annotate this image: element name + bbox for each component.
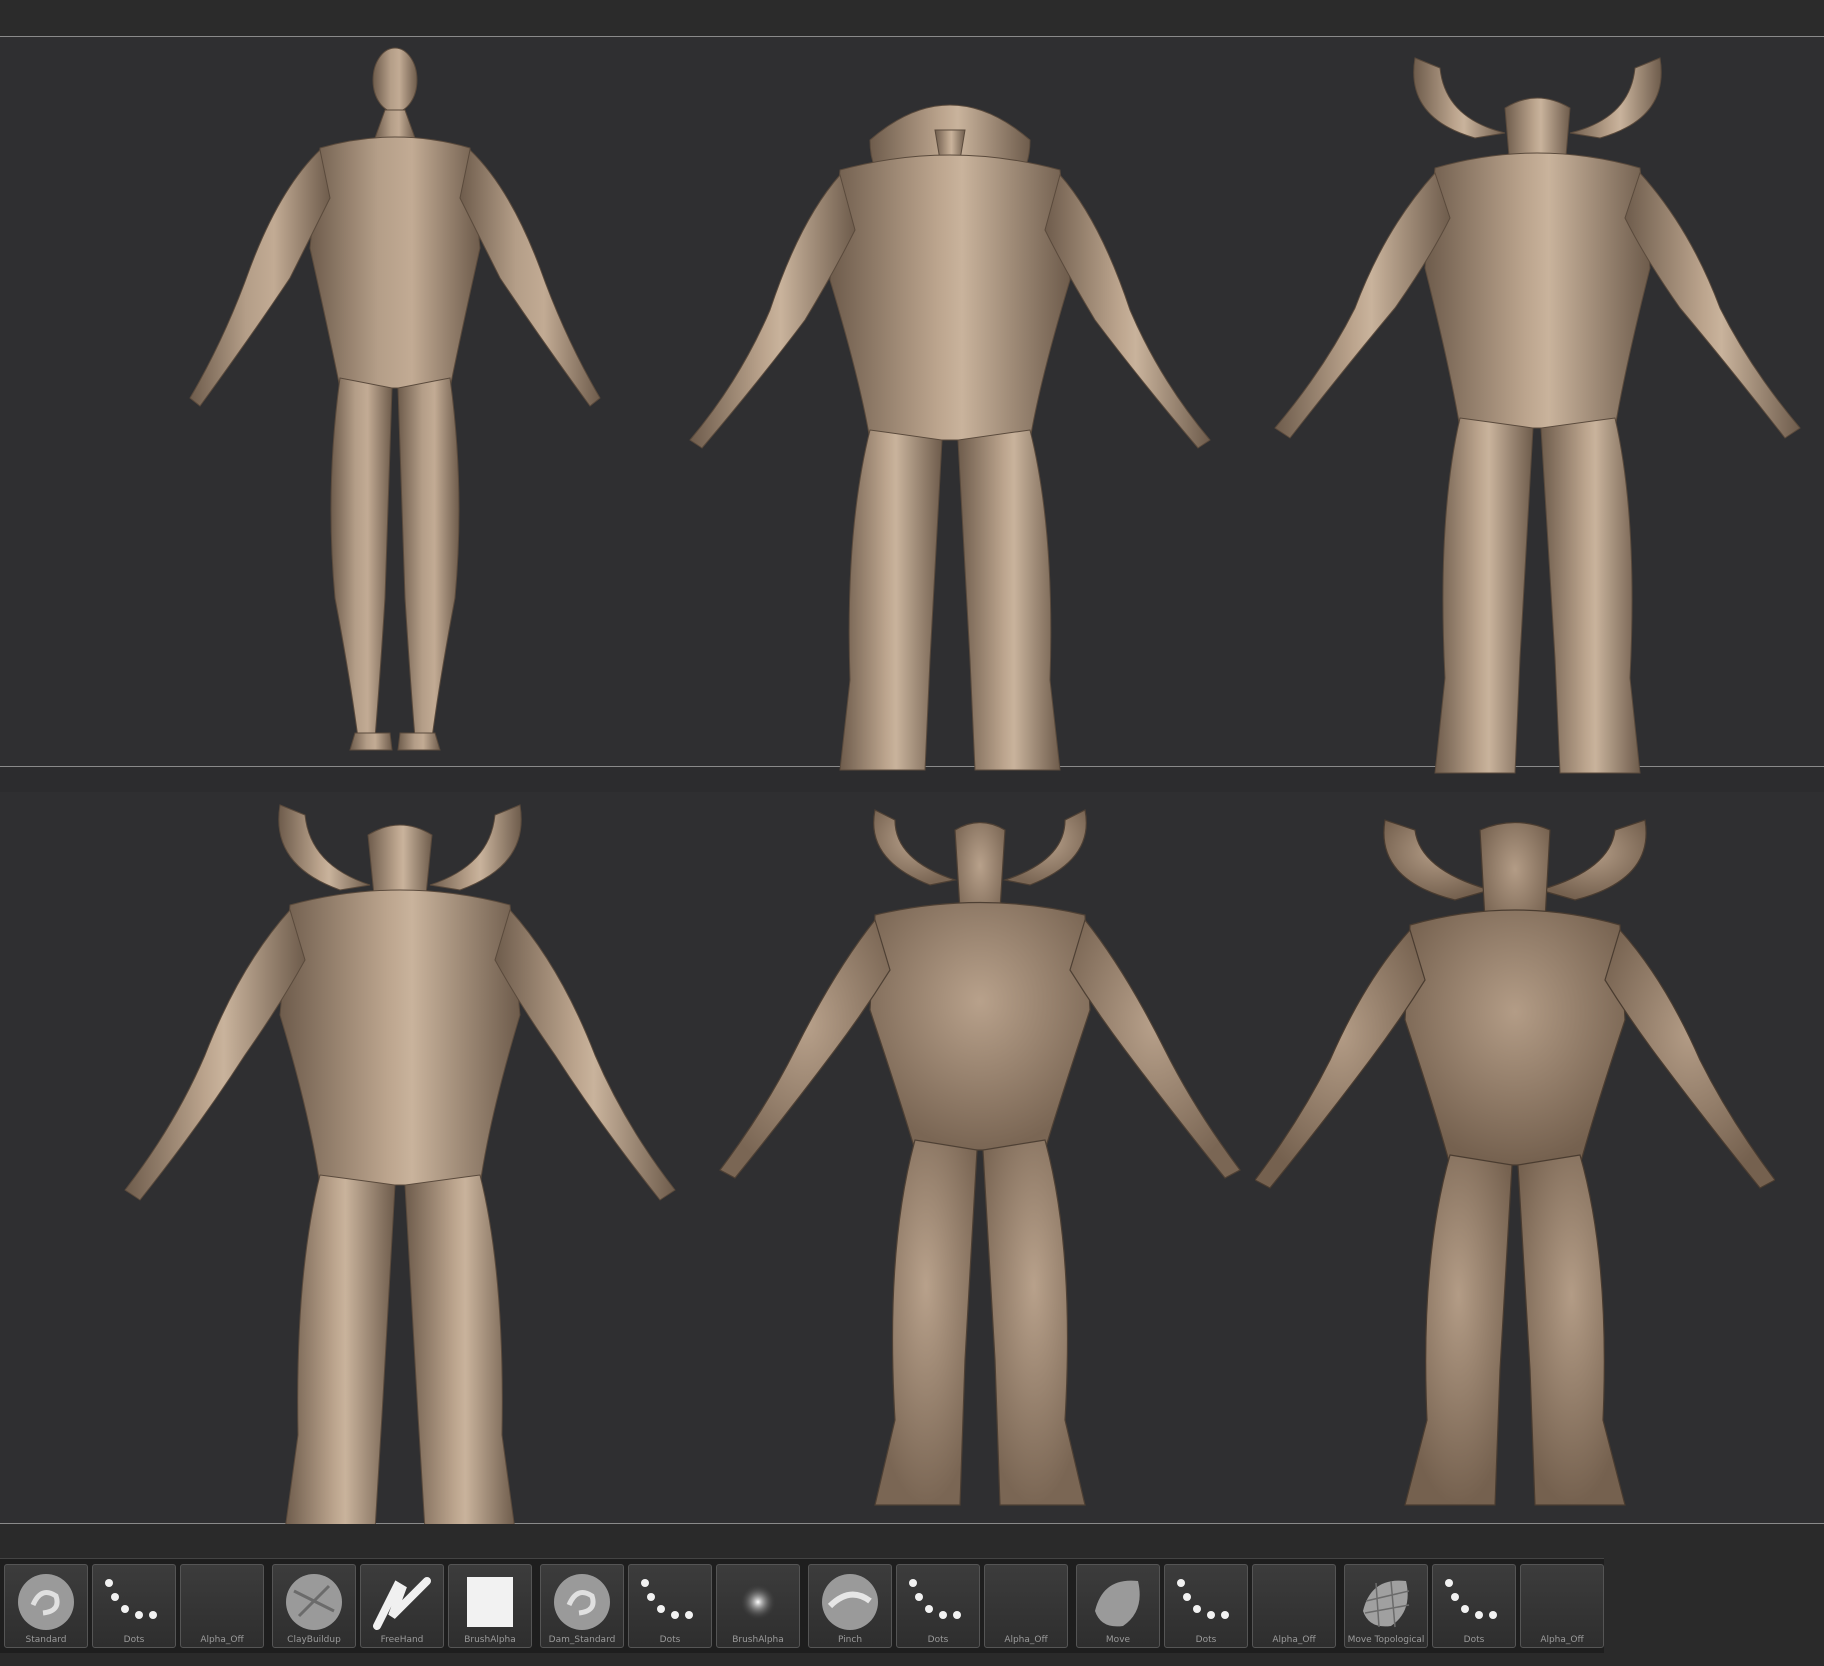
square-alpha-icon — [467, 1577, 513, 1627]
alpha-slot-brushalpha[interactable]: BrushAlpha — [716, 1564, 800, 1648]
stroke-label: FreeHand — [380, 1635, 424, 1645]
brush-slot-move-topological[interactable]: Move Topological — [1344, 1564, 1428, 1648]
brush-slot-standard[interactable]: Standard — [4, 1564, 88, 1648]
top-toolbar — [0, 0, 1824, 37]
alpha-label: Alpha_Off — [1540, 1635, 1584, 1645]
creature-blockout-head-icon — [689, 104, 1211, 771]
brush-label: Dam_Standard — [548, 1635, 616, 1645]
sculpt-stage-6[interactable] — [1255, 800, 1775, 1520]
alpha-slot-off[interactable]: Alpha_Off — [984, 1564, 1068, 1648]
stroke-slot-dots[interactable]: Dots — [92, 1564, 176, 1648]
alpha-label: BrushAlpha — [464, 1635, 516, 1645]
pinch-brush-icon — [822, 1574, 878, 1630]
dots-stroke-icon — [903, 1571, 973, 1633]
dam-standard-brush-icon — [554, 1574, 610, 1630]
creature-final-sculpt-icon — [1255, 819, 1775, 1506]
alpha-slot-off[interactable]: Alpha_Off — [1520, 1564, 1604, 1648]
soft-alpha-icon — [740, 1584, 776, 1620]
brush-label: Move Topological — [1347, 1635, 1425, 1645]
dots-stroke-icon — [1171, 1571, 1241, 1633]
dots-stroke-icon — [635, 1571, 705, 1633]
creature-blockout-horns-icon — [1274, 57, 1801, 774]
brush-label: ClayBuildup — [287, 1635, 341, 1645]
brush-slot-pinch[interactable]: Pinch — [808, 1564, 892, 1648]
stroke-label: Dots — [1195, 1635, 1217, 1645]
brush-slot-move[interactable]: Move — [1076, 1564, 1160, 1648]
alpha-label: Alpha_Off — [200, 1635, 244, 1645]
stroke-slot-dots[interactable]: Dots — [1164, 1564, 1248, 1648]
stroke-slot-freehand[interactable]: FreeHand — [360, 1564, 444, 1648]
standard-brush-icon — [18, 1574, 74, 1630]
dots-stroke-icon — [99, 1571, 169, 1633]
move-brush-icon — [1095, 1580, 1140, 1627]
base-human-mesh-icon — [189, 47, 601, 751]
alpha-label: BrushAlpha — [732, 1635, 784, 1645]
brush-label: Move — [1105, 1635, 1131, 1645]
brush-label: Pinch — [837, 1635, 863, 1645]
move-topological-brush-icon — [1363, 1580, 1410, 1628]
stroke-slot-dots[interactable]: Dots — [1432, 1564, 1516, 1648]
creature-detailed-sculpt-icon — [719, 809, 1241, 1506]
claybuildup-brush-icon — [286, 1574, 342, 1630]
stroke-label: Dots — [123, 1635, 145, 1645]
sculpt-stage-2[interactable] — [680, 80, 1220, 780]
alpha-label: Alpha_Off — [1272, 1635, 1316, 1645]
stroke-slot-dots[interactable]: Dots — [896, 1564, 980, 1648]
freehand-stroke-icon — [373, 1577, 431, 1630]
brush-slot-claybuildup[interactable]: ClayBuildup — [272, 1564, 356, 1648]
alpha-slot-brushalpha[interactable]: BrushAlpha — [448, 1564, 532, 1648]
alpha-slot-off[interactable]: Alpha_Off — [180, 1564, 264, 1648]
stroke-label: Dots — [1463, 1635, 1485, 1645]
alpha-slot-off[interactable]: Alpha_Off — [1252, 1564, 1336, 1648]
brush-slot-dam-standard[interactable]: Dam_Standard — [540, 1564, 624, 1648]
dots-stroke-icon — [1439, 1571, 1509, 1633]
stroke-label: Dots — [927, 1635, 949, 1645]
sculpt-stage-3[interactable] — [1265, 38, 1810, 778]
alpha-label: Alpha_Off — [1004, 1635, 1048, 1645]
sculpt-stage-4[interactable] — [120, 795, 680, 1535]
stroke-slot-dots[interactable]: Dots — [628, 1564, 712, 1648]
sculpt-stage-5[interactable] — [715, 800, 1245, 1520]
stroke-label: Dots — [659, 1635, 681, 1645]
brush-label: Standard — [25, 1635, 67, 1645]
creature-blockout-horns-refined-icon — [124, 804, 676, 1531]
sculpt-stage-1[interactable] — [130, 38, 670, 768]
